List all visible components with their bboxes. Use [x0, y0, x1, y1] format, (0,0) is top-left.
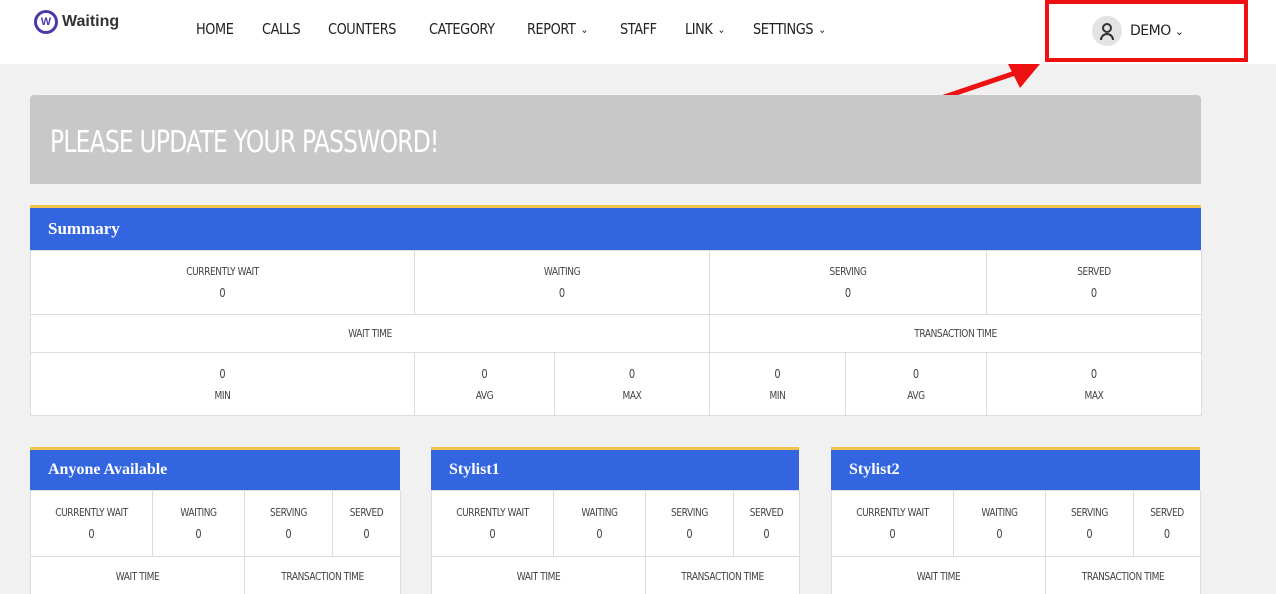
- stat-waiting: WAITING 0: [553, 490, 646, 557]
- banner-text: PLEASE UPDATE YOUR PASSWORD!: [50, 125, 439, 160]
- highlight-box: [1045, 0, 1248, 62]
- panel-title: Anyone Available: [30, 450, 400, 490]
- transaction-time-header: TRANSACTION TIME: [1045, 556, 1201, 594]
- panel-title: Stylist2: [831, 450, 1200, 490]
- wait-time-header: WAIT TIME: [431, 556, 646, 594]
- logo-icon: W: [34, 10, 58, 34]
- stat-serving: SERVING 0: [244, 490, 333, 557]
- nav-link[interactable]: LINK ⌄: [685, 20, 725, 38]
- wait-time-header: WAIT TIME: [831, 556, 1046, 594]
- stat-waiting: WAITING 0: [413, 250, 711, 315]
- category-table: CURRENTLY WAIT 0 WAITING 0 SERVING 0 SERVED…: [431, 490, 800, 594]
- wait-time-header: WAIT TIME: [30, 556, 245, 594]
- stat-served: SERVED 0: [986, 250, 1203, 315]
- main-nav: HOME CALLS COUNTERS CATEGORY REPORT ⌄ STA…: [196, 20, 860, 38]
- wait-time-header: WAIT TIME: [29, 314, 711, 353]
- category-table: CURRENTLY WAIT 0 WAITING 0 SERVING 0 SERVED…: [30, 490, 401, 594]
- category-panel: Stylist1 CURRENTLY WAIT 0 WAITING 0 SERVIN…: [431, 447, 800, 594]
- nav-staff[interactable]: STAFF: [620, 20, 657, 38]
- wait-avg: 0 AVG: [414, 352, 555, 416]
- stat-serving: SERVING 0: [1045, 490, 1134, 557]
- chevron-down-icon: ⌄: [580, 22, 589, 36]
- nav-calls[interactable]: CALLS: [262, 20, 301, 38]
- trans-max: 0 MAX: [986, 352, 1203, 416]
- password-banner: PLEASE UPDATE YOUR PASSWORD!: [30, 95, 1201, 184]
- trans-avg: 0 AVG: [845, 352, 988, 416]
- trans-min: 0 MIN: [709, 352, 847, 416]
- transaction-time-header: TRANSACTION TIME: [645, 556, 800, 594]
- category-panel: Anyone Available CURRENTLY WAIT 0 WAITING…: [30, 447, 401, 594]
- stat-currently-wait: CURRENTLY WAIT 0: [30, 250, 415, 315]
- stat-waiting: WAITING 0: [152, 490, 245, 557]
- stat-served: SERVED 0: [332, 490, 401, 557]
- panel-title: Stylist1: [431, 450, 799, 490]
- transaction-time-header: TRANSACTION TIME: [709, 314, 1203, 353]
- stat-currently-wait: CURRENTLY WAIT 0: [431, 490, 554, 557]
- transaction-time-header: TRANSACTION TIME: [244, 556, 401, 594]
- panel-title: Summary: [30, 208, 1201, 250]
- stat-currently-wait: CURRENTLY WAIT 0: [30, 490, 153, 557]
- chevron-down-icon: ⌄: [717, 22, 725, 36]
- stat-currently-wait: CURRENTLY WAIT 0: [831, 490, 954, 557]
- stat-waiting: WAITING 0: [953, 490, 1046, 557]
- category-table: CURRENTLY WAIT 0 WAITING 0 SERVING 0 SERVED…: [831, 490, 1201, 594]
- wait-min: 0 MIN: [30, 352, 415, 416]
- category-panel: Stylist2 CURRENTLY WAIT 0 WAITING 0 SERVIN…: [831, 447, 1201, 594]
- nav-report[interactable]: REPORT ⌄: [527, 20, 588, 38]
- stat-served: SERVED 0: [733, 490, 800, 557]
- nav-counters[interactable]: COUNTERS: [328, 20, 396, 38]
- summary-table: CURRENTLY WAIT 0 WAITING 0 SERVING 0 SERVED…: [29, 250, 1203, 416]
- stat-serving: SERVING 0: [645, 490, 734, 557]
- stat-serving: SERVING 0: [709, 250, 988, 315]
- brand-logo[interactable]: W Waiting: [34, 10, 119, 34]
- nav-home[interactable]: HOME: [196, 20, 234, 38]
- brand-name: Waiting: [62, 13, 120, 30]
- summary-panel: Summary CURRENTLY WAIT 0 WAITING 0 SERVING…: [29, 205, 1203, 416]
- stat-served: SERVED 0: [1133, 490, 1201, 557]
- wait-max: 0 MAX: [553, 352, 711, 416]
- nav-category[interactable]: CATEGORY: [429, 20, 495, 38]
- nav-settings[interactable]: SETTINGS ⌄: [753, 20, 826, 38]
- chevron-down-icon: ⌄: [818, 22, 827, 36]
